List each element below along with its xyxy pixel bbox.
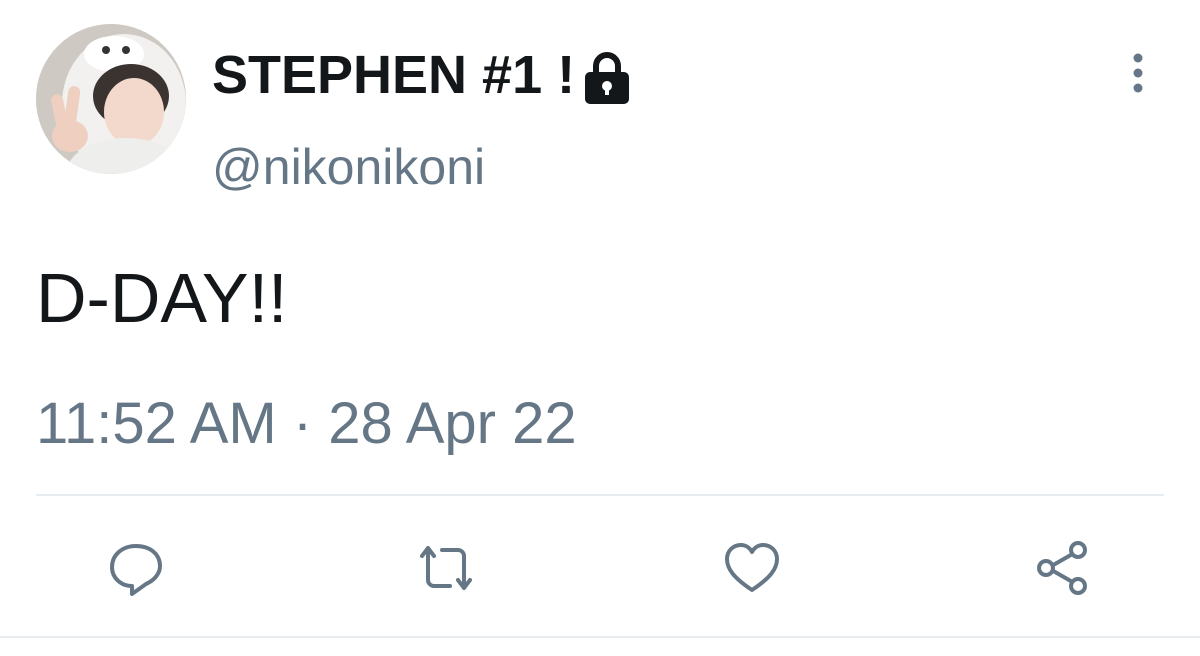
more-vertical-icon[interactable] [1118, 50, 1158, 96]
display-name[interactable]: STEPHEN #1 ! [212, 44, 575, 106]
tweet-text: D-DAY!! [36, 259, 288, 337]
avatar[interactable] [36, 24, 186, 174]
avatar-image [36, 24, 186, 174]
tweet-card: STEPHEN #1 ! @nikonikoni D-DAY!! 11:52 A… [0, 0, 1200, 656]
share-button[interactable] [1030, 536, 1094, 600]
retweet-button[interactable] [414, 536, 478, 600]
share-icon [1037, 541, 1087, 595]
divider-bottom [0, 636, 1200, 638]
heart-icon [725, 543, 779, 592]
divider [36, 494, 1164, 496]
tweet-timestamp[interactable]: 11:52 AM · 28 Apr 22 [36, 390, 577, 457]
reply-icon [110, 544, 162, 596]
reply-button[interactable] [104, 536, 168, 600]
retweet-icon [420, 546, 472, 590]
like-button[interactable] [720, 536, 784, 600]
user-handle[interactable]: @nikonikoni [212, 138, 485, 196]
author-name-row: STEPHEN #1 ! [212, 40, 633, 110]
lock-icon [581, 50, 633, 106]
